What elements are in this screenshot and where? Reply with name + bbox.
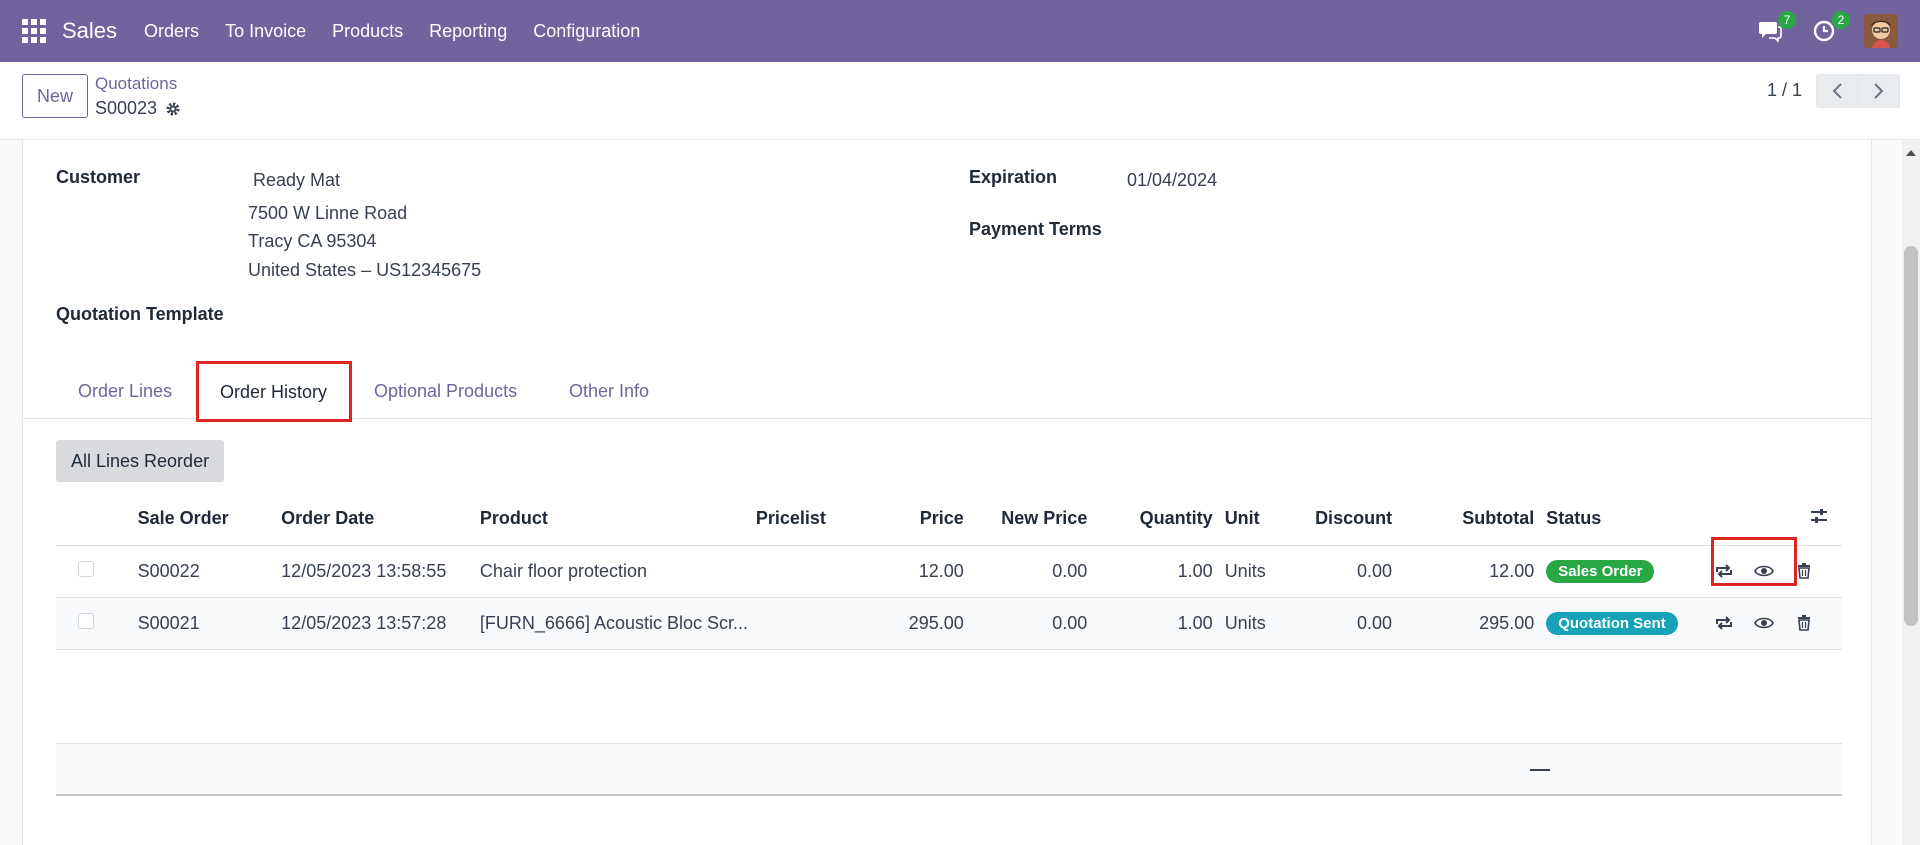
record-name: S00023	[95, 98, 158, 118]
new-button[interactable]: New	[22, 74, 88, 118]
quotation-template-label: Quotation Template	[56, 304, 224, 324]
cell-discount: 0.00	[1297, 545, 1393, 598]
trash-icon[interactable]	[1784, 615, 1824, 631]
cell-actions	[1703, 597, 1842, 650]
customer-label: Customer	[56, 167, 141, 187]
status-badge: Quotation Sent	[1546, 611, 1678, 635]
pager-next-button[interactable]	[1858, 74, 1900, 108]
order-history-table: Sale Order Order Date Product Pricelist …	[56, 493, 1842, 650]
menu-configuration[interactable]: Configuration	[520, 21, 653, 42]
customer-address-line-2: Tracy CA 95304	[248, 231, 377, 251]
customer-address-line-3: United States – US12345675	[248, 260, 482, 280]
row-select-cell[interactable]	[56, 545, 124, 598]
all-lines-reorder-button[interactable]: All Lines Reorder	[56, 440, 225, 482]
pager-value: 1 / 1	[1766, 80, 1802, 100]
customer-name[interactable]: Ready Mat	[253, 170, 340, 191]
cell-subtotal: 12.00	[1392, 545, 1535, 598]
tab-optional-products[interactable]: Optional Products	[352, 363, 539, 419]
cell-unit: Units	[1212, 545, 1298, 598]
cell-pricelist	[755, 545, 851, 598]
header-price[interactable]: Price	[850, 493, 964, 546]
header-discount[interactable]: Discount	[1297, 493, 1393, 546]
cell-subtotal: 295.00	[1392, 597, 1535, 650]
cell-unit: Units	[1212, 597, 1298, 650]
header-unit[interactable]: Unit	[1212, 493, 1298, 546]
messages-badge: 7	[1778, 11, 1796, 29]
breadcrumb-quotations[interactable]: Quotations	[95, 74, 177, 94]
eye-icon[interactable]	[1744, 616, 1784, 630]
control-panel: New Quotations S00023 1 / 1	[0, 62, 1920, 140]
header-pricelist[interactable]: Pricelist	[755, 493, 851, 546]
clock-icon[interactable]: 2	[1810, 11, 1850, 45]
header-quantity[interactable]: Quantity	[1087, 493, 1213, 546]
menu-reporting[interactable]: Reporting	[416, 21, 520, 42]
table-row[interactable]: S00022 12/05/2023 13:58:55 Chair floor p…	[56, 545, 1842, 598]
expiration-field[interactable]: 01/04/2024	[1127, 170, 1217, 191]
row-checkbox[interactable]	[78, 612, 94, 629]
status-badge: Sales Order	[1546, 559, 1655, 583]
header-new-price[interactable]: New Price	[963, 493, 1088, 546]
cell-quantity: 1.00	[1087, 597, 1213, 650]
tab-other-info[interactable]: Other Info	[547, 363, 671, 419]
cell-new-price[interactable]: 0.00	[963, 597, 1088, 650]
scroll-up-icon[interactable]	[1906, 150, 1916, 156]
row-select-cell[interactable]	[56, 597, 124, 650]
menu-products[interactable]: Products	[319, 21, 416, 42]
empty-table-row	[56, 692, 1842, 744]
customer-address-line-1: 7500 W Linne Road	[248, 203, 408, 223]
scrollbar-thumb[interactable]	[1904, 246, 1918, 626]
cell-pricelist	[755, 597, 851, 650]
cell-discount: 0.00	[1297, 597, 1393, 650]
header-order-date[interactable]: Order Date	[267, 493, 466, 546]
chat-icon[interactable]: 7	[1756, 11, 1796, 45]
row-checkbox[interactable]	[78, 560, 94, 577]
apps-icon[interactable]	[22, 19, 46, 43]
pager-previous-button[interactable]	[1816, 74, 1858, 108]
cell-status: Sales Order	[1534, 545, 1704, 598]
cell-sale-order: S00022	[123, 545, 268, 598]
app-brand[interactable]: Sales	[62, 18, 117, 44]
breadcrumb-current: S00023	[95, 98, 181, 119]
gear-icon[interactable]	[165, 101, 181, 117]
cell-sale-order: S00021	[123, 597, 268, 650]
footer-dash	[1530, 769, 1550, 771]
sliders-icon	[1811, 509, 1827, 524]
cell-product: Chair floor protection	[465, 545, 756, 598]
header-status[interactable]: Status	[1534, 493, 1704, 546]
cell-order-date: 12/05/2023 13:58:55	[267, 545, 466, 598]
table-row[interactable]: S00021 12/05/2023 13:57:28 [FURN_6666] A…	[56, 597, 1842, 650]
activities-badge: 2	[1832, 11, 1850, 29]
cell-price: 12.00	[850, 545, 964, 598]
cell-product: [FURN_6666] Acoustic Bloc Scr...	[465, 597, 756, 650]
cell-status: Quotation Sent	[1534, 597, 1704, 650]
header-product[interactable]: Product	[465, 493, 756, 546]
menu-orders[interactable]: Orders	[131, 21, 212, 42]
highlight-box-actions	[1711, 537, 1797, 586]
header-select	[56, 493, 124, 546]
table-footer-row	[56, 744, 1842, 796]
cell-quantity: 1.00	[1087, 545, 1213, 598]
menu-to-invoice[interactable]: To Invoice	[212, 21, 319, 42]
payment-terms-label: Payment Terms	[969, 219, 1102, 239]
top-navbar: Sales Orders To Invoice Products Reporti…	[0, 0, 1920, 62]
header-sale-order[interactable]: Sale Order	[123, 493, 268, 546]
highlight-box-tab	[196, 361, 352, 422]
cell-price: 295.00	[850, 597, 964, 650]
tab-order-lines[interactable]: Order Lines	[56, 363, 194, 419]
chevron-left-icon	[1832, 83, 1842, 99]
form-sheet: Customer Ready Mat 7500 W Linne Road Tra…	[22, 140, 1872, 845]
expiration-label: Expiration	[969, 167, 1058, 187]
reorder-icon[interactable]	[1704, 615, 1744, 631]
user-avatar[interactable]	[1864, 14, 1898, 48]
header-subtotal[interactable]: Subtotal	[1392, 493, 1535, 546]
cell-new-price[interactable]: 0.00	[963, 545, 1088, 598]
table-header-row: Sale Order Order Date Product Pricelist …	[56, 493, 1842, 546]
cell-order-date: 12/05/2023 13:57:28	[267, 597, 466, 650]
chevron-right-icon	[1874, 83, 1884, 99]
